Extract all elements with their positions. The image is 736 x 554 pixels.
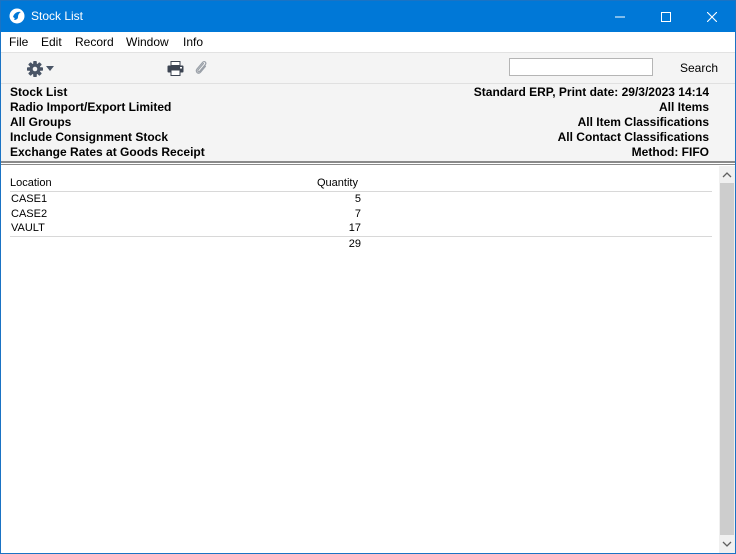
close-button[interactable] xyxy=(689,1,735,32)
search-input[interactable] xyxy=(509,58,653,76)
item-filter: All Items xyxy=(658,100,709,114)
costing-method: Method: FIFO xyxy=(631,145,709,159)
row-location: CASE1 xyxy=(11,193,48,205)
row-location: VAULT xyxy=(11,222,45,234)
header-underline xyxy=(10,191,712,192)
paperclip-icon[interactable] xyxy=(194,59,208,77)
exchange-rate-option: Exchange Rates at Goods Receipt xyxy=(10,145,205,159)
close-icon xyxy=(707,11,717,22)
scrollbar-thumb[interactable] xyxy=(720,183,734,535)
header-divider xyxy=(1,161,735,163)
company-name: Radio Import/Export Limited xyxy=(10,100,172,114)
menu-edit[interactable]: Edit xyxy=(41,35,62,49)
column-header-location: Location xyxy=(10,177,52,189)
report-header: Stock List Radio Import/Export Limited A… xyxy=(1,83,735,162)
row-quantity: 17 xyxy=(348,222,361,234)
toolbar: Search xyxy=(1,52,735,84)
column-header-quantity: Quantity xyxy=(317,177,358,189)
printer-icon[interactable] xyxy=(167,61,184,76)
minimize-button[interactable] xyxy=(597,1,643,32)
total-quantity: 29 xyxy=(348,238,361,250)
menu-window[interactable]: Window xyxy=(126,35,169,49)
menu-record[interactable]: Record xyxy=(75,35,114,49)
total-divider xyxy=(10,236,712,237)
menu-info[interactable]: Info xyxy=(183,35,203,49)
contact-classification-filter: All Contact Classifications xyxy=(557,130,709,144)
report-body: Location Quantity CASE1 5 CASE2 7 VAULT … xyxy=(1,166,719,553)
dropdown-arrow-icon[interactable] xyxy=(46,66,54,71)
group-filter: All Groups xyxy=(10,115,72,129)
maximize-icon xyxy=(661,11,671,22)
row-quantity: 5 xyxy=(354,193,361,205)
maximize-button[interactable] xyxy=(643,1,689,32)
app-icon xyxy=(9,8,25,24)
search-button[interactable]: Search xyxy=(680,61,718,75)
row-quantity: 7 xyxy=(354,208,361,220)
report-title: Stock List xyxy=(10,85,68,99)
print-date: Standard ERP, Print date: 29/3/2023 14:1… xyxy=(473,85,709,99)
row-location: CASE2 xyxy=(11,208,48,220)
menu-bar: File Edit Record Window Info xyxy=(1,32,735,52)
consignment-option: Include Consignment Stock xyxy=(10,130,169,144)
title-bar[interactable]: Stock List xyxy=(1,1,735,32)
gear-icon[interactable] xyxy=(26,60,44,78)
menu-file[interactable]: File xyxy=(9,35,28,49)
minimize-icon xyxy=(615,16,625,17)
scroll-up-icon[interactable] xyxy=(722,170,732,180)
window-title: Stock List xyxy=(31,9,84,23)
item-classification-filter: All Item Classifications xyxy=(577,115,709,129)
vertical-scrollbar[interactable] xyxy=(719,166,735,553)
scroll-down-icon[interactable] xyxy=(722,539,732,549)
header-divider-thin xyxy=(1,164,735,165)
stock-list-window: Stock List File Edit Record Window Info xyxy=(0,0,736,554)
